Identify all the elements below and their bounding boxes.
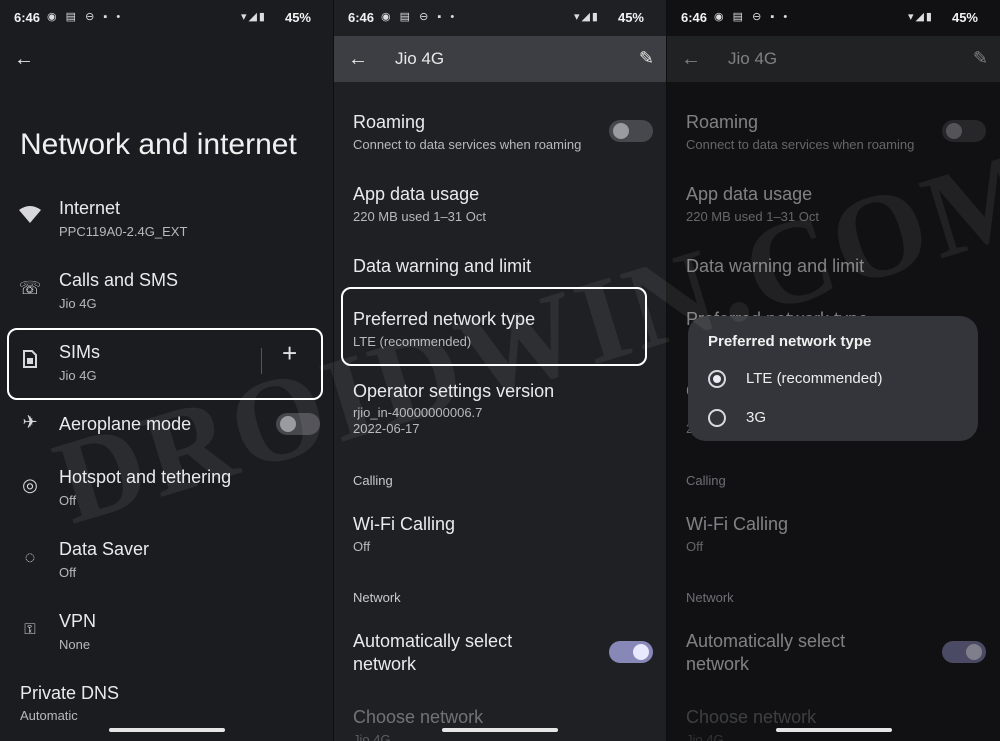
- gesture-bar[interactable]: [108, 728, 225, 732]
- vpn-label: VPN: [59, 611, 97, 631]
- sim-settings-screen: 6:46 ◉ ▤ ⊖ ▪ • ▾◢▮ 45% ← Jio 4G ✎ Roamin…: [334, 0, 666, 741]
- back-arrow-icon[interactable]: ←: [14, 48, 34, 71]
- hotspot-sub: Off: [59, 493, 77, 508]
- private-dns-item[interactable]: Private DNS Automatic: [0, 681, 333, 731]
- status-bar: 6:46 ◉ ▤ ⊖ ▪ • ▾◢▮ 45%: [0, 0, 333, 36]
- internet-item[interactable]: Internet PPC119A0-2.4G_EXT: [0, 196, 333, 246]
- hotspot-item[interactable]: ◎ Hotspot and tethering Off: [0, 465, 333, 515]
- airplane-icon: ✈: [22, 412, 38, 432]
- sims-item[interactable]: SIMs Jio 4G +: [0, 338, 333, 390]
- calls-sms-label: Calls and SMS: [59, 270, 179, 290]
- preferred-network-label: Preferred network type: [353, 309, 536, 329]
- wifi-icon: [18, 206, 42, 229]
- gesture-bar[interactable]: [442, 728, 558, 732]
- roaming-label: Roaming: [353, 112, 426, 132]
- wifi-calling-item[interactable]: Wi-Fi Calling Off: [334, 512, 666, 560]
- notification-icons: ◉ ▤ ⊖ ▪ •: [381, 11, 458, 23]
- option-3g-label: 3G: [746, 409, 767, 426]
- sims-label: SIMs: [59, 342, 101, 362]
- data-saver-icon: ◌: [24, 547, 36, 567]
- network-type-dialog: Preferred network type LTE (recommended)…: [688, 316, 978, 441]
- choose-network-label: Choose network: [353, 707, 484, 727]
- internet-label: Internet: [59, 198, 121, 218]
- data-saver-sub: Off: [59, 565, 77, 580]
- option-lte[interactable]: LTE (recommended): [708, 370, 948, 390]
- vpn-key-icon: ⚿: [24, 621, 36, 638]
- app-data-usage-item[interactable]: App data usage 220 MB used 1–31 Oct: [334, 182, 666, 230]
- internet-sub: PPC119A0-2.4G_EXT: [59, 224, 188, 239]
- sims-sub: Jio 4G: [59, 368, 97, 383]
- roaming-toggle[interactable]: [609, 120, 653, 142]
- auto-select-label-1: Automatically select: [353, 631, 513, 651]
- status-time: 6:46: [681, 10, 708, 25]
- roaming-item[interactable]: Roaming Connect to data services when ro…: [334, 110, 666, 158]
- vpn-sub: None: [59, 637, 91, 652]
- network-header: Network: [353, 590, 401, 605]
- hotspot-label: Hotspot and tethering: [59, 467, 232, 487]
- aeroplane-toggle[interactable]: [276, 413, 320, 435]
- choose-network-sub: Jio 4G: [353, 732, 391, 741]
- preferred-network-sub: LTE (recommended): [353, 334, 472, 349]
- aeroplane-label: Aeroplane mode: [59, 414, 192, 434]
- private-dns-label: Private DNS: [20, 683, 120, 703]
- auto-select-item[interactable]: Automatically select network: [334, 629, 666, 679]
- option-lte-label: LTE (recommended): [746, 370, 883, 387]
- sim-icon: [18, 350, 42, 373]
- operator-label: Operator settings version: [353, 381, 555, 401]
- data-saver-item[interactable]: ◌ Data Saver Off: [0, 537, 333, 587]
- battery-level: 45%: [284, 10, 311, 25]
- calling-header: Calling: [353, 473, 393, 488]
- private-dns-sub: Automatic: [20, 708, 78, 723]
- app-data-sub: 220 MB used 1–31 Oct: [353, 209, 486, 224]
- radio-unselected-icon[interactable]: [708, 409, 726, 427]
- app-data-label: App data usage: [353, 184, 480, 204]
- choose-network-item[interactable]: Choose network Jio 4G: [334, 705, 666, 741]
- operator-settings-item[interactable]: Operator settings version rjio_in-400000…: [334, 379, 666, 439]
- calls-sms-sub: Jio 4G: [59, 296, 97, 311]
- page-title: Network and internet: [20, 128, 297, 161]
- wifi-calling-label: Wi-Fi Calling: [353, 514, 456, 534]
- data-saver-label: Data Saver: [59, 539, 150, 559]
- aeroplane-item[interactable]: ✈ Aeroplane mode: [0, 412, 333, 442]
- auto-select-toggle[interactable]: [609, 641, 653, 663]
- operator-version: rjio_in-40000000006.7: [353, 405, 483, 420]
- data-warning-item[interactable]: Data warning and limit: [334, 254, 666, 284]
- phone-icon: ☏: [18, 278, 42, 298]
- battery-level: 45%: [617, 10, 644, 25]
- divider: [261, 348, 262, 374]
- signal-icons: ▾◢▮: [573, 11, 600, 23]
- network-type-dialog-screen: 6:46 ◉ ▤ ⊖ ▪ • ▾◢▮ 45% ← Jio 4G ✎ Roamin…: [667, 0, 1000, 741]
- status-bar: 6:46 ◉ ▤ ⊖ ▪ • ▾◢▮ 45%: [334, 0, 666, 36]
- app-bar: ← Jio 4G ✎: [334, 36, 666, 82]
- notification-icons: ◉ ▤ ⊖ ▪ •: [47, 11, 124, 23]
- option-3g[interactable]: 3G: [708, 409, 948, 429]
- roaming-sub: Connect to data services when roaming: [353, 137, 582, 152]
- calls-sms-item[interactable]: ☏ Calls and SMS Jio 4G: [0, 268, 333, 318]
- wifi-calling-sub: Off: [353, 539, 371, 554]
- signal-icons: ▾◢▮: [240, 11, 267, 23]
- app-bar-title: Jio 4G: [395, 49, 445, 68]
- hotspot-icon: ◎: [22, 475, 38, 495]
- status-bar: 6:46 ◉ ▤ ⊖ ▪ • ▾◢▮ 45%: [667, 0, 1000, 36]
- add-sim-button[interactable]: +: [282, 338, 297, 369]
- dialog-title: Preferred network type: [708, 333, 872, 350]
- edit-pencil-icon[interactable]: ✎: [639, 48, 654, 69]
- app-bar: ←: [0, 36, 333, 82]
- data-warning-label: Data warning and limit: [353, 256, 532, 276]
- auto-select-label-2: network: [353, 654, 417, 674]
- vpn-item[interactable]: ⚿ VPN None: [0, 609, 333, 659]
- network-internet-screen: 6:46 ◉ ▤ ⊖ ▪ • ▾◢▮ 45% ← Network and int…: [0, 0, 333, 741]
- notification-icons: ◉ ▤ ⊖ ▪ •: [714, 11, 791, 23]
- preferred-network-item[interactable]: Preferred network type LTE (recommended): [334, 307, 666, 355]
- battery-level: 45%: [951, 10, 978, 25]
- back-arrow-icon[interactable]: ←: [348, 48, 368, 71]
- operator-date: 2022-06-17: [353, 421, 420, 436]
- gesture-bar[interactable]: [775, 728, 892, 732]
- status-time: 6:46: [348, 10, 375, 25]
- status-time: 6:46: [14, 10, 41, 25]
- signal-icons: ▾◢▮: [907, 11, 934, 23]
- radio-selected-icon[interactable]: [708, 370, 726, 388]
